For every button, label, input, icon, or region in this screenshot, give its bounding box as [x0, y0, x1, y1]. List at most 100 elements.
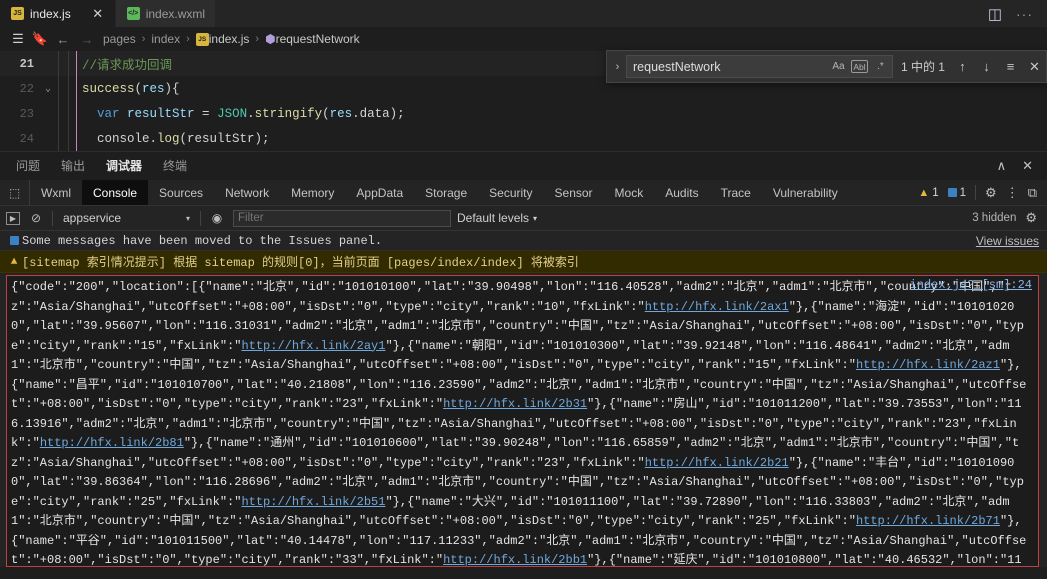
code-token-method: stringify: [254, 106, 323, 121]
fold-arrow-icon[interactable]: ⌄: [40, 83, 56, 95]
console-json-output[interactable]: {"code":"200","location":[{"name":"北京","…: [6, 275, 1039, 567]
indent-guides: [56, 76, 82, 101]
find-previous-icon[interactable]: ↑: [955, 59, 970, 74]
tab-appdata[interactable]: AppData: [345, 180, 414, 205]
console-message-info: Some messages have been moved to the Iss…: [0, 231, 1047, 251]
fxlink-url[interactable]: http://hfx.link/2bb1: [443, 553, 587, 566]
warning-count: 1: [932, 186, 939, 199]
find-input-wrapper[interactable]: Aa Abl .*: [626, 55, 893, 78]
maximize-panel-icon[interactable]: ∧: [997, 158, 1007, 174]
inspect-element-icon[interactable]: ⬚: [0, 180, 30, 205]
context-selector[interactable]: appservice ▾: [59, 211, 194, 225]
code-token-identifier: resultStr: [119, 106, 203, 121]
devtools-tab-bar: ⬚ Wxml Console Sources Network Memory Ap…: [0, 180, 1047, 206]
split-editor-icon[interactable]: ◫: [988, 5, 1002, 23]
fxlink-url[interactable]: http://hfx.link/2b51: [241, 495, 385, 509]
panel-header-actions: ∧ ✕: [997, 158, 1047, 174]
fxlink-url[interactable]: http://hfx.link/2ay1: [241, 339, 385, 353]
tab-sources[interactable]: Sources: [148, 180, 214, 205]
fxlink-url[interactable]: http://hfx.link/2ax1: [645, 300, 789, 314]
panel-tab-terminal[interactable]: 终端: [163, 152, 187, 181]
close-panel-icon[interactable]: ✕: [1022, 158, 1033, 174]
navigate-forward-icon[interactable]: →: [75, 32, 99, 47]
code-line: 23 var resultStr = JSON.stringify(res.da…: [0, 101, 1047, 126]
tab-mock[interactable]: Mock: [604, 180, 655, 205]
editor-tab-bar: JS index.js ✕ </> index.wxml ◫ ···: [0, 0, 1047, 27]
log-levels-label: Default levels: [457, 211, 530, 225]
tab-trace[interactable]: Trace: [710, 180, 762, 205]
breadcrumb-item-index[interactable]: index: [151, 32, 180, 46]
panel-tab-problems[interactable]: 问题: [16, 152, 40, 181]
breadcrumb-item-index-js[interactable]: index.js: [209, 32, 250, 46]
console-message-text: [sitemap 索引情况提示] 根据 sitemap 的规则[0]，当前页面 …: [22, 256, 579, 270]
clear-console-icon[interactable]: ⊘: [26, 211, 46, 225]
source-location-link[interactable]: index.js? [sm]:24: [910, 278, 1032, 292]
live-expression-icon[interactable]: ◉: [207, 211, 227, 225]
tab-vulnerability[interactable]: Vulnerability: [762, 180, 849, 205]
symbol-method-icon: ⬢: [265, 32, 276, 46]
editor-tab-index-js[interactable]: JS index.js ✕: [0, 0, 116, 27]
devtools-status-area: ▲ 1 1 ⚙ ⋮ ⧉: [908, 180, 1047, 205]
tab-audits[interactable]: Audits: [654, 180, 709, 205]
use-regex-icon[interactable]: .*: [871, 57, 890, 76]
fxlink-url[interactable]: http://hfx.link/2b71: [856, 514, 1000, 528]
bookmark-icon[interactable]: 🔖: [29, 31, 51, 47]
code-token-punct: .: [247, 106, 255, 121]
filter-input[interactable]: [233, 209, 451, 227]
code-token-punct: (: [322, 106, 330, 121]
find-actions: ↑ ↓ ≡ ✕: [955, 59, 1042, 75]
fxlink-url[interactable]: http://hfx.link/2b21: [645, 456, 789, 470]
toggle-replace-icon[interactable]: ›: [609, 61, 626, 73]
tab-wxml[interactable]: Wxml: [30, 180, 82, 205]
tab-console[interactable]: Console: [82, 180, 149, 205]
view-issues-link[interactable]: View issues: [976, 234, 1039, 248]
find-match-count: 1 中的 1: [900, 60, 945, 74]
tab-sensor[interactable]: Sensor: [544, 180, 604, 205]
explorer-toggle-icon[interactable]: ☰: [7, 31, 29, 47]
warning-icon: ▲: [918, 186, 930, 199]
log-levels-selector[interactable]: Default levels ▾: [457, 211, 537, 225]
panel-tab-output[interactable]: 输出: [61, 152, 85, 181]
console-settings-icon[interactable]: ⚙: [1025, 210, 1037, 226]
code-token-class: JSON: [217, 106, 248, 121]
code-token-function: success: [82, 81, 135, 96]
context-selector-value: appservice: [63, 211, 122, 225]
tab-security[interactable]: Security: [478, 180, 543, 205]
tab-storage[interactable]: Storage: [414, 180, 478, 205]
editor-tab-index-wxml[interactable]: </> index.wxml: [115, 0, 217, 27]
json-output-text: {"code":"200","location":[{"name":"北京","…: [11, 280, 1027, 567]
code-token-param: res: [142, 81, 165, 96]
execution-context-icon[interactable]: ▶: [6, 211, 20, 225]
info-count-badge[interactable]: 1: [947, 187, 966, 199]
code-tokens: success(res){: [82, 82, 180, 96]
warning-count-badge[interactable]: ▲ 1: [918, 187, 938, 199]
navigate-back-icon[interactable]: ←: [51, 32, 75, 47]
tab-memory[interactable]: Memory: [280, 180, 345, 205]
console-toolbar-right: 3 hidden ⚙: [972, 210, 1041, 226]
match-case-icon[interactable]: Aa: [829, 57, 848, 76]
fxlink-url[interactable]: http://hfx.link/2b31: [443, 397, 587, 411]
find-options: Aa Abl .*: [829, 57, 890, 76]
fxlink-url[interactable]: http://hfx.link/2b81: [40, 436, 184, 450]
panel-tab-debugger[interactable]: 调试器: [106, 152, 143, 181]
close-find-icon[interactable]: ✕: [1027, 59, 1042, 75]
dock-side-icon[interactable]: ⧉: [1028, 185, 1037, 201]
tab-network[interactable]: Network: [214, 180, 280, 205]
find-in-selection-icon[interactable]: ≡: [1003, 59, 1018, 74]
breadcrumb-item-requestnetwork[interactable]: requestNetwork: [276, 32, 360, 46]
more-options-icon[interactable]: ⋮: [1006, 185, 1019, 201]
code-token-punct: .data);: [352, 106, 405, 121]
close-icon[interactable]: ✕: [91, 7, 105, 20]
info-icon: [947, 188, 957, 197]
match-whole-word-icon[interactable]: Abl: [850, 60, 868, 73]
find-next-icon[interactable]: ↓: [979, 59, 994, 74]
fxlink-url[interactable]: http://hfx.link/2az1: [856, 358, 1000, 372]
code-tokens: var resultStr = JSON.stringify(res.data)…: [82, 107, 405, 121]
more-actions-icon[interactable]: ···: [1016, 6, 1033, 22]
console-message-warning: ▲ [sitemap 索引情况提示] 根据 sitemap 的规则[0]，当前页…: [0, 251, 1047, 273]
breadcrumb-item-pages[interactable]: pages: [103, 32, 136, 46]
breadcrumb-separator: ›: [255, 33, 260, 45]
find-input[interactable]: [633, 59, 829, 74]
settings-gear-icon[interactable]: ⚙: [985, 185, 997, 201]
